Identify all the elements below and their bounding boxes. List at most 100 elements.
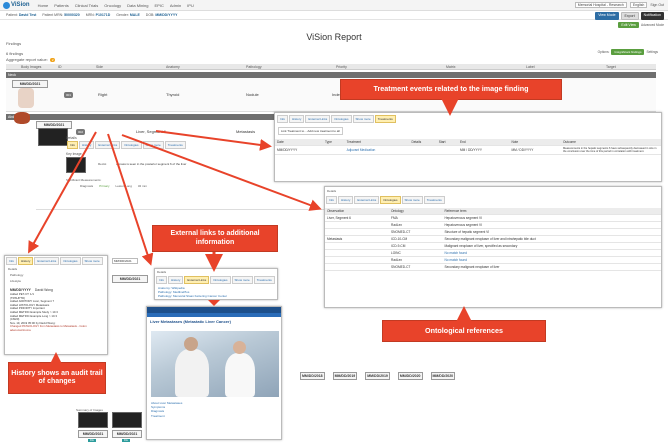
logo-text: ViSion — [11, 2, 30, 8]
hp-tab-ontologies[interactable]: Ontologies — [60, 257, 81, 265]
hp-tab-info[interactable]: Info — [6, 257, 18, 265]
key-image[interactable] — [66, 157, 86, 173]
op-tab-ontologies[interactable]: Ontologies — [380, 196, 401, 204]
callout-links: External links to additional information — [152, 225, 278, 252]
nav-admin[interactable]: Admin — [170, 3, 181, 8]
lp-tab-ontologies[interactable]: Ontologies — [210, 276, 231, 284]
op-tab-more[interactable]: Show more — [401, 196, 423, 204]
link-mskcc[interactable]: Pathology: Memorial Sloan Kettering Canc… — [158, 294, 274, 298]
history-user: David Wong — [34, 288, 53, 292]
sign-out-link[interactable]: Sign Out — [650, 3, 664, 7]
app-logo[interactable]: ViSion — [3, 1, 30, 9]
nav-home[interactable]: Home — [38, 3, 49, 8]
tab-external-links[interactable]: External Links — [95, 141, 121, 149]
history-entry: Changed PATHOLOGY from Metastasis to Met… — [10, 324, 87, 332]
doctor-figure-2 — [225, 353, 255, 397]
lp-tab-history[interactable]: History — [168, 276, 184, 284]
settings-link[interactable]: Settings — [646, 50, 658, 54]
tab-history[interactable]: History — [79, 141, 95, 149]
finding-pathology: Nodule — [246, 92, 259, 97]
finding-pathology-liver: Metastasis — [236, 129, 256, 134]
page-title: ViSion Report — [306, 32, 362, 42]
summary-thumb-2[interactable] — [112, 412, 142, 428]
logo-icon — [3, 1, 10, 9]
tp-tab-ontologies[interactable]: Ontologies — [331, 115, 352, 123]
web-sections: About Liver Metastases Symptoms Diagnosi… — [151, 401, 182, 418]
advanced-mode-link[interactable]: Advanced Mode — [641, 23, 664, 27]
measure-row: Diagnosis Primary Lesion Long 32 mm — [80, 184, 147, 188]
lp-tab-treatments[interactable]: Treatments — [253, 276, 275, 284]
thyroid-image[interactable] — [18, 88, 34, 108]
tp-tab-info[interactable]: Info — [277, 115, 289, 123]
summary-pill-1[interactable]: Dis — [88, 439, 96, 442]
web-title: Liver Metastases (Metastatic Liver Cance… — [150, 319, 231, 324]
hp-tab-links[interactable]: External Links — [34, 257, 60, 265]
tp-tab-treatments[interactable]: Treatments — [374, 115, 396, 123]
nav-data-mining[interactable]: Data Mining — [127, 3, 148, 8]
ontology-row: SNOMED-CT Secondary malignant neoplasm of… — [325, 263, 661, 271]
timeline-date[interactable]: MM/DD/2019 — [332, 372, 358, 380]
hp-tab-more[interactable]: Show more — [81, 257, 103, 265]
patient-mrn: MRN: P10171D — [85, 13, 111, 17]
patient-id: Patient MRN: 50000320 — [42, 13, 80, 17]
nav-oncology[interactable]: Oncology — [104, 3, 121, 8]
timeline-date[interactable]: MM/DD/2020 — [430, 372, 456, 380]
summary-thumb-1[interactable] — [78, 412, 108, 428]
ontology-panel-title: Details — [327, 189, 337, 193]
toolbar: View Mode Export Notification — [595, 12, 664, 20]
timeline-date[interactable]: MM/DD/2020 — [397, 372, 423, 380]
link-treatment-button[interactable]: Link Treatment to... Add new treatment t… — [278, 127, 343, 135]
lp-tab-more[interactable]: Show more — [231, 276, 253, 284]
nav-ipu[interactable]: IPU — [187, 3, 194, 8]
tab-ontologies[interactable]: Ontologies — [121, 141, 142, 149]
op-tab-treatments[interactable]: Treatments — [423, 196, 445, 204]
timeline-date[interactable]: MM/DD/2018 — [300, 372, 325, 380]
ontology-table: Observation Ontology Reference term Live… — [325, 208, 661, 271]
language-select[interactable]: English — [629, 2, 648, 8]
top-nav: ViSion Home Patients Clinical Trials Onc… — [0, 0, 668, 11]
op-tab-info[interactable]: Info — [326, 196, 338, 204]
timeline-date[interactable]: MM/DD/2019 — [365, 372, 390, 380]
insignificant-findings-button[interactable]: Insignificant findings — [611, 49, 645, 55]
lp-tab-links[interactable]: External Links — [184, 276, 210, 284]
edit-view-button[interactable]: Edit View — [618, 22, 639, 28]
nav-epic[interactable]: EPIC — [155, 3, 164, 8]
tab-info[interactable]: Info — [67, 141, 79, 149]
measure-primary: Primary — [99, 184, 110, 188]
view-mode-button[interactable]: View Mode — [595, 12, 619, 20]
treatment-table: Date Type Treatment Details Start End No… — [275, 139, 661, 155]
date-select[interactable]: MM/DD/2021 — [112, 258, 138, 264]
lp-tab-info[interactable]: Info — [156, 276, 168, 284]
role-select[interactable]: Memorial Hospital - Research — [574, 2, 627, 8]
doctor-figure — [175, 349, 209, 397]
summary-date-2: MM/DD/2021 — [112, 430, 142, 438]
summary-pill-2[interactable]: Dis — [122, 439, 130, 442]
col-side: Side — [96, 65, 104, 69]
col-body-images: Body Images — [21, 65, 42, 69]
export-button[interactable]: Export — [620, 12, 639, 20]
nav-clinical-trials[interactable]: Clinical Trials — [75, 3, 99, 8]
links-panel: Details Info History External Links Onto… — [154, 268, 278, 300]
tab-show-more[interactable]: Show more — [142, 141, 164, 149]
notifications-button[interactable]: Notification — [640, 12, 664, 20]
findings-table-header: Body Images ID Side Anatomy Pathology Pr… — [6, 64, 656, 70]
web-link[interactable]: Treatment — [151, 414, 182, 418]
nav-patients[interactable]: Patients — [54, 3, 68, 8]
hp-tab-history[interactable]: History — [18, 257, 34, 265]
external-web-preview[interactable]: Liver Metastases (Metastatic Liver Cance… — [146, 306, 282, 440]
ontology-tabs: Info History External Links Ontologies S… — [325, 195, 661, 205]
finding-anatomy: Thyroid — [166, 92, 180, 97]
recist-label: Recist — [98, 162, 107, 166]
ontology-row: SNOMED-CT Structure of hepatic segment VI — [325, 228, 661, 236]
op-tab-links[interactable]: External Links — [354, 196, 380, 204]
liver-thumbnail[interactable] — [38, 128, 68, 146]
tp-tab-history[interactable]: History — [289, 115, 305, 123]
treatment-tabs: Info History External Links Ontologies S… — [275, 113, 661, 125]
treatment-row[interactable]: MM/DD/YYYY Adjuvant Medication MM / DD/Y… — [275, 145, 661, 155]
col-target: Target — [606, 65, 616, 69]
tp-tab-links[interactable]: External Links — [305, 115, 331, 123]
op-tab-history[interactable]: History — [338, 196, 354, 204]
tab-treatments[interactable]: Treatments — [164, 141, 186, 149]
tp-tab-more[interactable]: Show more — [352, 115, 374, 123]
liver-image[interactable] — [14, 112, 30, 124]
